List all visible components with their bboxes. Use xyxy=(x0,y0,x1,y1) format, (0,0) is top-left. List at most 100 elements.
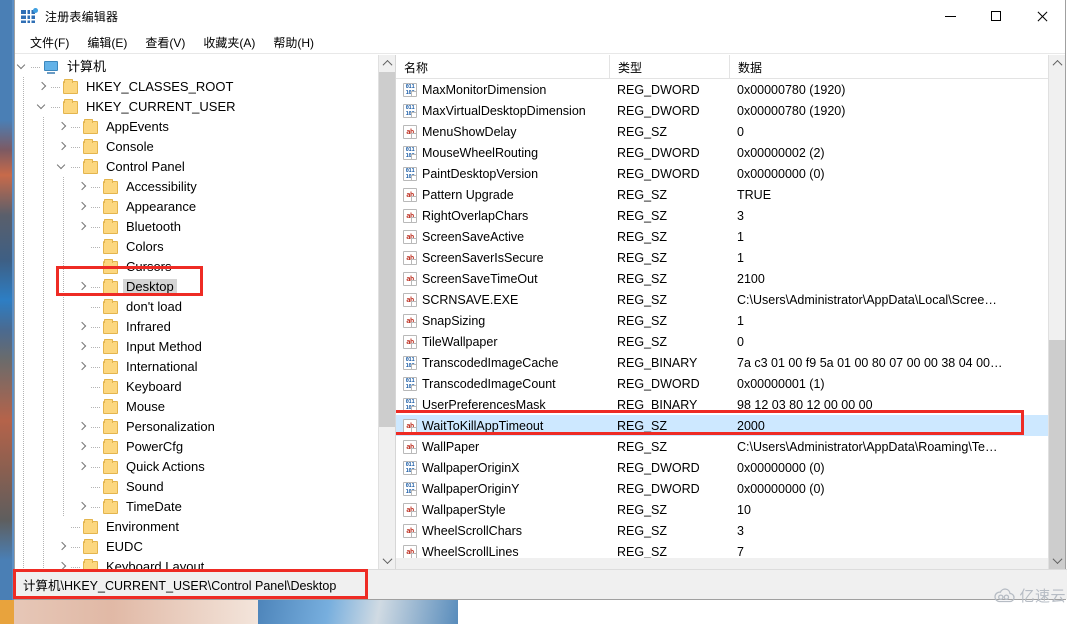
chevron-right-icon[interactable] xyxy=(75,317,91,337)
column-header-name[interactable]: 名称 xyxy=(396,55,609,79)
tree-node-keyboard-layout[interactable]: Keyboard Layout xyxy=(15,557,378,569)
tree-node-personalization[interactable]: Personalization xyxy=(15,417,378,437)
table-row[interactable]: ab SnapSizing REG_SZ 1 xyxy=(396,310,1048,331)
table-row[interactable]: 011 100 MaxVirtualDesktopDimension REG_DWOR… xyxy=(396,100,1048,121)
chevron-right-icon[interactable] xyxy=(55,537,71,557)
tree-node-infrared[interactable]: Infrared xyxy=(15,317,378,337)
tree-node-keyboard[interactable]: Keyboard xyxy=(15,377,378,397)
chevron-right-icon[interactable] xyxy=(75,417,91,437)
value-data-cell: TRUE xyxy=(737,187,772,202)
list-vertical-scrollbar[interactable] xyxy=(1048,55,1065,569)
tree-node-don-t-load[interactable]: don't load xyxy=(15,297,378,317)
tree-node-cursors[interactable]: Cursors xyxy=(15,257,378,277)
tree-node-hkey-classes-root[interactable]: HKEY_CLASSES_ROOT xyxy=(15,77,378,97)
table-row[interactable]: ab WallPaper REG_SZ C:\Users\Administrator\… xyxy=(396,436,1048,457)
tree-node-accessibility[interactable]: Accessibility xyxy=(15,177,378,197)
tree-scrollbar-thumb[interactable] xyxy=(379,72,395,427)
close-button[interactable] xyxy=(1019,0,1065,32)
registry-tree[interactable]: 计算机 HKEY_CLASSES_ROOT HKEY_CURRENT_USER App… xyxy=(15,55,378,569)
chevron-right-icon[interactable] xyxy=(75,217,91,237)
registry-values-list[interactable]: 011 100 MaxMonitorDimension REG_DWORD 0x0000… xyxy=(396,79,1048,558)
chevron-right-icon[interactable] xyxy=(75,437,91,457)
chevron-down-icon[interactable] xyxy=(15,57,31,77)
menu-help[interactable]: 帮助(H) xyxy=(264,32,323,53)
tree-node-eudc[interactable]: EUDC xyxy=(15,537,378,557)
menu-file[interactable]: 文件(F) xyxy=(21,32,78,53)
table-row[interactable]: 011 100 WallpaperOriginX REG_DWORD 0x0000000… xyxy=(396,457,1048,478)
table-row[interactable]: 011 100 MouseWheelRouting REG_DWORD 0x000000… xyxy=(396,142,1048,163)
tree-scroll-down-button[interactable] xyxy=(379,552,395,569)
tree-node-hkey-current-user[interactable]: HKEY_CURRENT_USER xyxy=(15,97,378,117)
tree-node-appevents[interactable]: AppEvents xyxy=(15,117,378,137)
table-row[interactable]: ab TileWallpaper REG_SZ 0 xyxy=(396,331,1048,352)
table-row[interactable]: ab Pattern Upgrade REG_SZ TRUE xyxy=(396,184,1048,205)
column-header-type[interactable]: 类型 xyxy=(609,55,729,79)
table-row[interactable]: ab SCRNSAVE.EXE REG_SZ C:\Users\Administrat… xyxy=(396,289,1048,310)
folder-icon xyxy=(103,278,118,294)
tree-node-console[interactable]: Console xyxy=(15,137,378,157)
menu-edit[interactable]: 编辑(E) xyxy=(78,32,136,53)
table-row[interactable]: 011 100 MaxMonitorDimension REG_DWORD 0x0000… xyxy=(396,79,1048,100)
list-scroll-up-button[interactable] xyxy=(1049,55,1065,72)
table-row[interactable]: ab RightOverlapChars REG_SZ 3 xyxy=(396,205,1048,226)
tree-node-control-panel[interactable]: Control Panel xyxy=(15,157,378,177)
chevron-down-icon[interactable] xyxy=(55,157,71,177)
tree-indent xyxy=(15,77,35,97)
table-row[interactable]: 011 100 PaintDesktopVersion REG_DWORD 0x0000… xyxy=(396,163,1048,184)
tree-vertical-scrollbar[interactable] xyxy=(378,55,395,569)
menu-view[interactable]: 查看(V) xyxy=(136,32,194,53)
minimize-button[interactable] xyxy=(927,0,973,32)
chevron-right-icon[interactable] xyxy=(55,557,71,569)
tree-node-bluetooth[interactable]: Bluetooth xyxy=(15,217,378,237)
tree-connector xyxy=(31,57,43,77)
tree-leaf-spacer xyxy=(75,477,91,497)
tree-node--[interactable]: 计算机 xyxy=(15,57,378,77)
list-scroll-down-button[interactable] xyxy=(1049,552,1065,569)
table-row[interactable]: ab WallpaperStyle REG_SZ 10 xyxy=(396,499,1048,520)
chevron-right-icon[interactable] xyxy=(75,177,91,197)
value-name-label: WallPaper xyxy=(422,439,480,454)
tree-connector xyxy=(91,317,103,337)
tree-node-international[interactable]: International xyxy=(15,357,378,377)
chevron-down-icon[interactable] xyxy=(35,97,51,117)
table-row[interactable]: 011 100 UserPreferencesMask REG_BINARY 98 12… xyxy=(396,394,1048,415)
chevron-right-icon[interactable] xyxy=(35,77,51,97)
table-row[interactable]: ab MenuShowDelay REG_SZ 0 xyxy=(396,121,1048,142)
list-scrollbar-thumb[interactable] xyxy=(1049,340,1065,569)
tree-node-quick-actions[interactable]: Quick Actions xyxy=(15,457,378,477)
table-row[interactable]: ab WheelScrollLines REG_SZ 7 xyxy=(396,541,1048,558)
tree-node-environment[interactable]: Environment xyxy=(15,517,378,537)
tree-scroll-up-button[interactable] xyxy=(379,55,395,72)
column-header-data[interactable]: 数据 xyxy=(729,55,1048,79)
title-bar[interactable]: 注册表编辑器 xyxy=(15,0,1065,32)
folder-icon xyxy=(83,138,98,154)
binary-value-icon: 011 100 xyxy=(403,355,417,370)
chevron-right-icon[interactable] xyxy=(55,117,71,137)
chevron-right-icon[interactable] xyxy=(55,137,71,157)
chevron-right-icon[interactable] xyxy=(75,277,91,297)
menu-favorites[interactable]: 收藏夹(A) xyxy=(194,32,264,53)
list-horizontal-scrollbar[interactable] xyxy=(396,558,1048,569)
table-row[interactable]: ab WheelScrollChars REG_SZ 3 xyxy=(396,520,1048,541)
table-row[interactable]: 011 100 TranscodedImageCache REG_BINARY 7a c… xyxy=(396,352,1048,373)
tree-node-appearance[interactable]: Appearance xyxy=(15,197,378,217)
chevron-right-icon[interactable] xyxy=(75,357,91,377)
tree-node-desktop[interactable]: Desktop xyxy=(15,277,378,297)
table-row[interactable]: ab WaitToKillAppTimeout REG_SZ 2000 xyxy=(396,415,1048,436)
chevron-right-icon[interactable] xyxy=(75,457,91,477)
maximize-button[interactable] xyxy=(973,0,1019,32)
table-row[interactable]: ab ScreenSaveTimeOut REG_SZ 2100 xyxy=(396,268,1048,289)
table-row[interactable]: ab ScreenSaverIsSecure REG_SZ 1 xyxy=(396,247,1048,268)
tree-node-timedate[interactable]: TimeDate xyxy=(15,497,378,517)
chevron-right-icon[interactable] xyxy=(75,337,91,357)
table-row[interactable]: 011 100 WallpaperOriginY REG_DWORD 0x0000000… xyxy=(396,478,1048,499)
table-row[interactable]: ab ScreenSaveActive REG_SZ 1 xyxy=(396,226,1048,247)
table-row[interactable]: 011 100 TranscodedImageCount REG_DWORD 0x000… xyxy=(396,373,1048,394)
chevron-right-icon[interactable] xyxy=(75,497,91,517)
tree-node-input-method[interactable]: Input Method xyxy=(15,337,378,357)
tree-node-colors[interactable]: Colors xyxy=(15,237,378,257)
tree-node-mouse[interactable]: Mouse xyxy=(15,397,378,417)
tree-node-sound[interactable]: Sound xyxy=(15,477,378,497)
chevron-right-icon[interactable] xyxy=(75,197,91,217)
tree-node-powercfg[interactable]: PowerCfg xyxy=(15,437,378,457)
